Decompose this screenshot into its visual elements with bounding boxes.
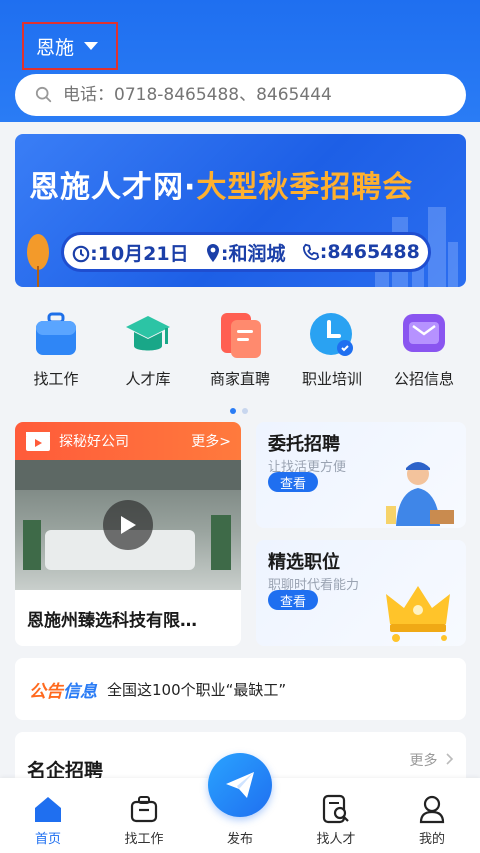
quick-merchant-hiring[interactable]: 商家直聘 <box>198 310 282 400</box>
quick-entry-grid: 找工作 人才库 商家直聘 职业培训 公招信息 <box>0 310 480 400</box>
play-icon <box>121 516 136 534</box>
page-dot <box>230 408 236 414</box>
company-name[interactable]: 恩施州臻选科技有限… <box>15 590 241 631</box>
location-pin-icon <box>206 243 219 262</box>
announcement-bar[interactable]: 公告信息 全国这100个职业“最缺工” <box>15 658 466 720</box>
document-icon <box>221 313 261 358</box>
home-icon <box>35 797 61 822</box>
caret-down-icon <box>84 42 99 50</box>
play-button[interactable] <box>103 500 153 550</box>
nav-mine[interactable]: 我的 <box>392 794 472 847</box>
clock-icon <box>72 245 90 262</box>
search-resume-icon <box>322 794 349 824</box>
featured-title: 精选职位 <box>268 552 340 573</box>
header: 恩施 <box>0 0 480 122</box>
entrust-view-button[interactable]: 查看 <box>268 472 318 492</box>
announcement-text[interactable]: 全国这100个职业“最缺工” <box>107 679 286 700</box>
quick-vocational-training[interactable]: 职业培训 <box>290 310 374 400</box>
nav-home[interactable]: 首页 <box>8 794 88 847</box>
video-clapper-icon <box>26 432 50 451</box>
clock-icon <box>310 313 353 356</box>
message-icon <box>403 314 445 352</box>
company-video-tag: 探秘好公司 <box>59 434 129 450</box>
banner-place: :和润城 <box>205 239 285 266</box>
paper-plane-icon <box>226 772 254 798</box>
famous-more-link[interactable]: 更多 <box>410 750 454 770</box>
phone-icon <box>302 243 319 261</box>
job-fair-banner[interactable]: 恩施人才网·大型秋季招聘会 :10月21日 :和润城 :8465488 <box>15 134 466 287</box>
entrust-recruitment-card[interactable]: 委托招聘 让找活更方便 查看 <box>256 422 466 528</box>
nav-find-job[interactable]: 找工作 <box>104 794 184 847</box>
search-icon <box>35 86 52 103</box>
company-video-thumbnail[interactable] <box>15 460 241 590</box>
company-video-card[interactable]: 探秘好公司 更多> 恩施州臻选科技有限… <box>15 422 241 646</box>
graduation-cap-icon <box>126 316 170 351</box>
city-selector[interactable]: 恩施 <box>22 22 118 70</box>
chevron-right-icon <box>446 753 454 765</box>
banner-info-bar: :10月21日 :和润城 :8465488 <box>61 232 431 272</box>
city-label: 恩施 <box>36 36 75 59</box>
crown-icon <box>386 586 450 642</box>
page-dot <box>242 408 248 414</box>
publish-button[interactable] <box>208 753 272 817</box>
worker-illustration <box>386 462 454 526</box>
banner-phone: :8465488 <box>302 241 420 263</box>
user-icon <box>419 795 445 824</box>
entrust-title: 委托招聘 <box>268 434 340 455</box>
page-indicator <box>230 408 248 414</box>
banner-date: :10月21日 <box>72 239 189 266</box>
announcement-tag: 公告信息 <box>29 681 97 702</box>
company-video-more-link[interactable]: 更多> <box>191 431 231 451</box>
tree-decoration <box>27 234 49 287</box>
search-input[interactable] <box>63 85 443 105</box>
nav-find-talent[interactable]: 找人才 <box>296 794 376 847</box>
company-video-header: 探秘好公司 更多> <box>15 422 241 460</box>
banner-title: 恩施人才网·大型秋季招聘会 <box>29 170 414 205</box>
search-bar[interactable] <box>15 74 466 116</box>
quick-find-job[interactable]: 找工作 <box>14 310 98 400</box>
briefcase-icon <box>130 796 158 823</box>
briefcase-icon <box>36 312 76 355</box>
quick-talent-pool[interactable]: 人才库 <box>106 310 190 400</box>
featured-view-button[interactable]: 查看 <box>268 590 318 610</box>
featured-jobs-card[interactable]: 精选职位 职聊时代看能力 查看 <box>256 540 466 646</box>
quick-public-recruitment[interactable]: 公招信息 <box>382 310 466 400</box>
